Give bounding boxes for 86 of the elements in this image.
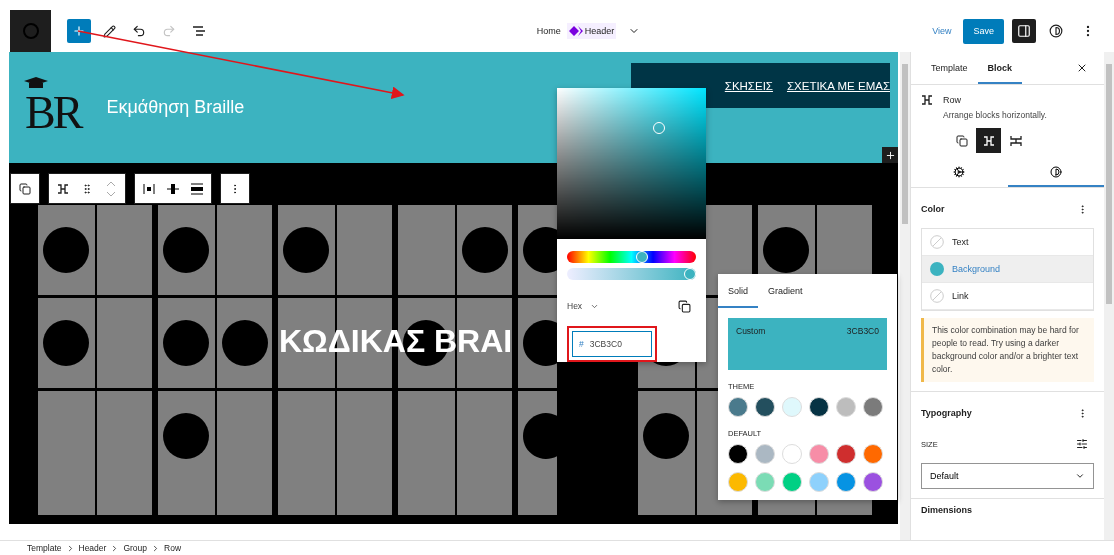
color-swatch[interactable] — [782, 397, 802, 417]
color-swatch[interactable] — [836, 397, 856, 417]
diamond-icon — [568, 26, 583, 36]
no-color-icon — [930, 289, 944, 303]
color-swatch[interactable] — [755, 472, 775, 492]
half-circle-icon — [1049, 166, 1062, 178]
color-swatch[interactable] — [755, 397, 775, 417]
hue-slider[interactable] — [567, 251, 696, 264]
variation-button[interactable] — [976, 128, 1001, 153]
color-swatch[interactable] — [863, 397, 883, 417]
list-icon — [192, 25, 206, 37]
add-block-button[interactable] — [882, 147, 898, 163]
graduation-cap-icon — [23, 76, 49, 90]
align-middle-icon — [167, 182, 179, 195]
block-description: Arrange blocks horizontally. — [943, 110, 1047, 120]
color-swatch[interactable] — [809, 444, 829, 464]
color-swatch[interactable] — [809, 472, 829, 492]
slider-thumb[interactable] — [636, 251, 648, 264]
scrollbar[interactable] — [1104, 52, 1114, 540]
full-width-icon — [191, 182, 203, 195]
row-icon — [982, 135, 995, 146]
grip-icon — [81, 182, 93, 195]
breadcrumb-link[interactable]: Template — [27, 543, 62, 553]
breadcrumb-link[interactable]: Header — [78, 543, 107, 553]
color-swatch[interactable] — [809, 397, 829, 417]
view-link[interactable]: View — [932, 26, 952, 36]
row-icon — [57, 183, 69, 194]
hex-input-field[interactable]: # 3CB3C0 — [572, 331, 652, 357]
color-swatch[interactable] — [728, 444, 748, 464]
section-title: Typography — [921, 408, 972, 418]
section-title: Color — [921, 204, 945, 214]
half-circle-icon — [1049, 24, 1063, 38]
redo-icon — [162, 24, 176, 38]
home-label: Home — [536, 26, 561, 36]
color-swatch[interactable] — [728, 397, 748, 417]
saturation-field[interactable] — [557, 88, 706, 240]
palette-tab[interactable]: Solid — [718, 274, 758, 308]
copy-icon — [677, 299, 691, 313]
plus-icon — [72, 24, 86, 38]
row-icon — [921, 95, 933, 105]
palette-tab[interactable]: Gradient — [758, 274, 813, 308]
breadcrumb-link[interactable]: Group — [123, 543, 147, 553]
color-swatch[interactable] — [863, 444, 883, 464]
save-button[interactable]: Save — [963, 18, 1004, 44]
scrollbar[interactable] — [900, 52, 910, 540]
stack-icon — [1009, 134, 1022, 147]
sidebar-toggle-button[interactable] — [1012, 19, 1036, 43]
slider-thumb[interactable] — [684, 268, 696, 281]
section-title: Dimensions — [921, 505, 972, 515]
up-down-chevrons-icon — [106, 179, 116, 198]
color-swatch[interactable] — [782, 444, 802, 464]
color-swatch[interactable] — [782, 472, 802, 492]
settings-icon — [953, 166, 966, 178]
nav-link[interactable]: ΣΚΗΣΕΙΣ — [724, 79, 773, 92]
sidebar-tab[interactable]: Block — [977, 52, 1023, 84]
sidebar-tab[interactable]: Template — [921, 52, 978, 84]
format-select[interactable]: Hex — [567, 301, 600, 311]
template-chip[interactable]: Header — [566, 23, 617, 39]
sidebar-panel-icon — [1017, 24, 1031, 38]
close-icon — [1076, 62, 1088, 74]
overlapping-squares-icon — [19, 182, 31, 195]
breadcrumb-link[interactable]: Row — [164, 543, 182, 553]
hex-value-input[interactable]: 3CB3C0 — [589, 339, 630, 349]
plus-icon — [884, 149, 896, 161]
chevron-right-icon — [151, 543, 160, 553]
custom-color-swatch[interactable]: Custom 3CB3C0 — [728, 318, 887, 370]
contrast-warning: This color combination may be hard for people to read. Try using a darker background color and/or a brighter text color. — [921, 318, 1094, 382]
alpha-slider[interactable] — [567, 268, 696, 280]
overlapping-squares-icon — [955, 134, 968, 147]
chevron-down-icon — [1075, 471, 1085, 481]
sliders-icon — [1076, 438, 1088, 450]
color-swatch[interactable] — [863, 472, 883, 492]
color-swatch[interactable] — [836, 472, 856, 492]
justify-icon — [143, 182, 155, 195]
color-swatch[interactable] — [836, 444, 856, 464]
undo-icon — [132, 24, 146, 38]
pencil-icon — [102, 24, 116, 38]
color-option[interactable]: Background — [922, 256, 1093, 283]
site-title: Εκμάθηση Braille — [106, 97, 245, 118]
logo-text: BR — [25, 87, 81, 138]
color-swatch[interactable] — [755, 444, 775, 464]
font-size-select[interactable]: Default — [921, 463, 1094, 489]
color-swatch[interactable] — [728, 472, 748, 492]
block-name: Row — [943, 95, 962, 105]
no-color-icon — [930, 235, 944, 249]
nav-link[interactable]: ΣΧΕΤΙΚΑ ΜΕ ΕΜΑΣ — [786, 79, 890, 92]
